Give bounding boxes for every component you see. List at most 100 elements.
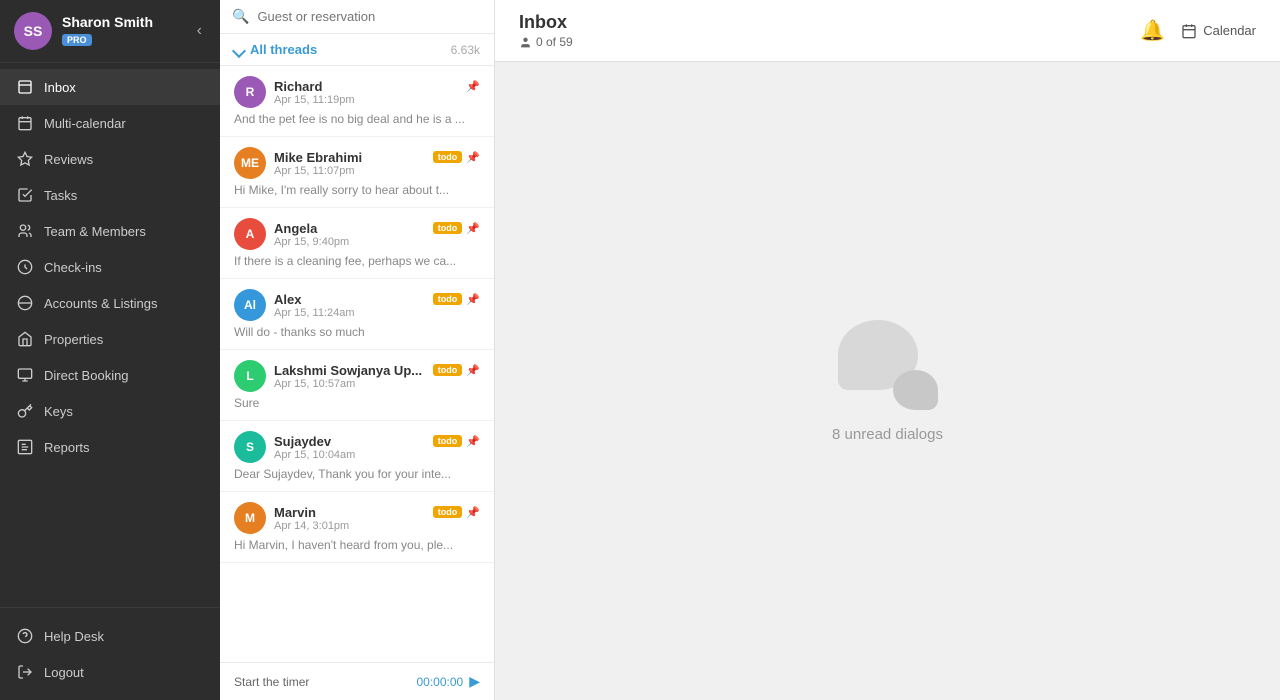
thread-avatar: S <box>234 431 266 463</box>
sidebar-nav: Inbox Multi-calendar Reviews Tasks <box>0 63 220 607</box>
thread-meta: todo📌 <box>433 293 480 306</box>
inbox-title: Inbox <box>519 12 573 33</box>
thread-top: M Marvin todo📌 Apr 14, 3:01pm <box>234 502 480 534</box>
sidebar-item-team-members[interactable]: Team & Members <box>0 213 220 249</box>
star-icon <box>16 150 34 168</box>
sidebar-item-help-desk[interactable]: Help Desk <box>0 618 220 654</box>
pin-icon: 📌 <box>466 506 480 519</box>
pin-icon: 📌 <box>466 80 480 93</box>
empty-state-text: 8 unread dialogs <box>832 426 943 443</box>
sidebar-item-logout[interactable]: Logout <box>0 654 220 690</box>
notifications-bell-icon[interactable]: 🔔 <box>1140 18 1165 43</box>
thread-time: Apr 14, 3:01pm <box>274 520 480 532</box>
thread-name: Mike Ebrahimi <box>274 150 362 165</box>
calendar-button[interactable]: Calendar <box>1181 23 1256 39</box>
avatar: SS <box>14 12 52 50</box>
collapse-sidebar-button[interactable]: ‹ <box>193 18 206 44</box>
sidebar-item-multi-calendar-label: Multi-calendar <box>44 116 126 131</box>
timer-bar: Start the timer 00:00:00 ▶ <box>220 662 494 700</box>
threads-count: 6.63k <box>451 43 480 57</box>
sidebar-item-reports[interactable]: Reports <box>0 429 220 465</box>
thread-info: Sujaydev todo📌 Apr 15, 10:04am <box>274 434 480 461</box>
thread-top: L Lakshmi Sowjanya Up... todo📌 Apr 15, 1… <box>234 360 480 392</box>
sidebar-item-inbox-label: Inbox <box>44 80 76 95</box>
thread-name: Angela <box>274 221 317 236</box>
thread-time: Apr 15, 11:07pm <box>274 165 480 177</box>
team-icon <box>16 222 34 240</box>
sidebar-item-tasks[interactable]: Tasks <box>0 177 220 213</box>
home-icon <box>16 330 34 348</box>
thread-name-row: Richard 📌 <box>274 79 480 94</box>
thread-time: Apr 15, 10:04am <box>274 449 480 461</box>
thread-avatar: ME <box>234 147 266 179</box>
chat-bubble-small <box>893 370 938 410</box>
sidebar-footer: Help Desk Logout <box>0 607 220 700</box>
thread-avatar: L <box>234 360 266 392</box>
sidebar-item-check-ins[interactable]: Check-ins <box>0 249 220 285</box>
thread-item[interactable]: ME Mike Ebrahimi todo📌 Apr 15, 11:07pm H… <box>220 137 494 208</box>
thread-info: Mike Ebrahimi todo📌 Apr 15, 11:07pm <box>274 150 480 177</box>
sidebar-item-direct-booking[interactable]: Direct Booking <box>0 357 220 393</box>
calendar-icon <box>16 114 34 132</box>
sidebar: SS Sharon Smith PRO ‹ Inbox Multi-calend… <box>0 0 220 700</box>
thread-item[interactable]: R Richard 📌 Apr 15, 11:19pm And the pet … <box>220 66 494 137</box>
thread-name-row: Sujaydev todo📌 <box>274 434 480 449</box>
thread-name-row: Mike Ebrahimi todo📌 <box>274 150 480 165</box>
thread-item[interactable]: M Marvin todo📌 Apr 14, 3:01pm Hi Marvin,… <box>220 492 494 563</box>
sidebar-item-keys-label: Keys <box>44 404 73 419</box>
thread-preview: Hi Mike, I'm really sorry to hear about … <box>234 183 480 197</box>
sidebar-item-properties-label: Properties <box>44 332 103 347</box>
todo-badge: todo <box>433 435 463 447</box>
todo-badge: todo <box>433 364 463 376</box>
threads-filter-label: All threads <box>250 42 317 57</box>
thread-item[interactable]: A Angela todo📌 Apr 15, 9:40pm If there i… <box>220 208 494 279</box>
pin-icon: 📌 <box>466 222 480 235</box>
todo-badge: todo <box>433 506 463 518</box>
thread-name: Alex <box>274 292 301 307</box>
thread-name-row: Lakshmi Sowjanya Up... todo📌 <box>274 363 480 378</box>
calendar-btn-icon <box>1181 23 1197 39</box>
sidebar-item-properties[interactable]: Properties <box>0 321 220 357</box>
list-icon <box>16 294 34 312</box>
thread-info: Richard 📌 Apr 15, 11:19pm <box>274 79 480 106</box>
sidebar-item-reviews[interactable]: Reviews <box>0 141 220 177</box>
timer-play-button[interactable]: ▶ <box>469 673 480 690</box>
user-info: Sharon Smith PRO <box>62 14 193 48</box>
thread-name: Sujaydev <box>274 434 331 449</box>
user-name: Sharon Smith <box>62 14 193 30</box>
sidebar-item-multi-calendar[interactable]: Multi-calendar <box>0 105 220 141</box>
thread-item[interactable]: S Sujaydev todo📌 Apr 15, 10:04am Dear Su… <box>220 421 494 492</box>
thread-time: Apr 15, 11:19pm <box>274 94 480 106</box>
thread-meta: todo📌 <box>433 506 480 519</box>
thread-item[interactable]: L Lakshmi Sowjanya Up... todo📌 Apr 15, 1… <box>220 350 494 421</box>
thread-meta: todo📌 <box>433 435 480 448</box>
thread-panel: 🔍 All threads 6.63k R Richard 📌 Apr 15, … <box>220 0 495 700</box>
threads-filter-button[interactable]: All threads <box>234 42 317 57</box>
thread-avatar: M <box>234 502 266 534</box>
inbox-count: 0 of 59 <box>536 35 573 49</box>
thread-preview: Hi Marvin, I haven't heard from you, ple… <box>234 538 480 552</box>
thread-time: Apr 15, 11:24am <box>274 307 480 319</box>
pin-icon: 📌 <box>466 151 480 164</box>
sidebar-item-inbox[interactable]: Inbox <box>0 69 220 105</box>
calendar-button-label: Calendar <box>1203 23 1256 38</box>
thread-time: Apr 15, 10:57am <box>274 378 480 390</box>
thread-item[interactable]: Al Alex todo📌 Apr 15, 11:24am Will do - … <box>220 279 494 350</box>
sidebar-item-accounts-listings[interactable]: Accounts & Listings <box>0 285 220 321</box>
person-icon <box>519 36 532 49</box>
thread-info: Alex todo📌 Apr 15, 11:24am <box>274 292 480 319</box>
sidebar-item-keys[interactable]: Keys <box>0 393 220 429</box>
reports-icon <box>16 438 34 456</box>
thread-preview: Dear Sujaydev, Thank you for your inte..… <box>234 467 480 481</box>
main-body: 8 unread dialogs <box>495 62 1280 700</box>
timer-label[interactable]: Start the timer <box>234 675 309 689</box>
inbox-icon <box>16 78 34 96</box>
thread-preview: If there is a cleaning fee, perhaps we c… <box>234 254 480 268</box>
search-input[interactable] <box>257 9 482 24</box>
booking-icon <box>16 366 34 384</box>
thread-top: S Sujaydev todo📌 Apr 15, 10:04am <box>234 431 480 463</box>
pin-icon: 📌 <box>466 364 480 377</box>
search-icon: 🔍 <box>232 8 249 25</box>
sidebar-item-reviews-label: Reviews <box>44 152 93 167</box>
thread-meta: todo📌 <box>433 151 480 164</box>
